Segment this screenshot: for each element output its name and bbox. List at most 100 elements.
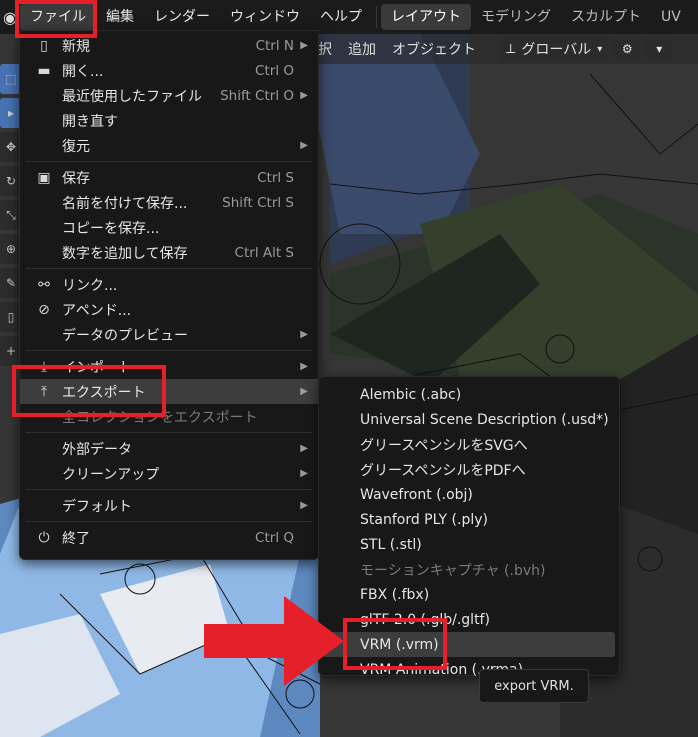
menu-window[interactable]: ウィンドウ (220, 4, 310, 30)
file-menu-item[interactable]: 外部データ ▶ (20, 436, 318, 461)
file-menu-item-label: 復元 (62, 138, 90, 155)
file-menu-item-label: コピーを保存... (62, 220, 160, 237)
annotation-arrow-icon (204, 596, 344, 686)
file-menu-item[interactable]: ⊘ アペンド... (20, 297, 318, 322)
file-menu-item-label: 終了 (62, 530, 90, 547)
blank-icon (34, 87, 54, 105)
blank-icon (34, 194, 54, 212)
file-menu-item-label: 数字を追加して保存 (62, 245, 188, 262)
file-menu-item[interactable]: コピーを保存... (20, 215, 318, 240)
file-menu-item-label: 開く... (62, 63, 104, 80)
file-menu-item-label: クリーンアップ (62, 466, 160, 483)
tab-sculpt[interactable]: スカルプト (561, 4, 651, 30)
file-menu-item-label: 開き直す (62, 113, 118, 130)
export-menu-item[interactable]: FBX (.fbx) (319, 582, 619, 607)
top-menubar: ◉ ファイル 編集 レンダー ウィンドウ ヘルプ レイアウト モデリング スカル… (0, 0, 698, 34)
menu-edit[interactable]: 編集 (96, 4, 144, 30)
export-menu-item[interactable]: STL (.stl) (319, 532, 619, 557)
submenu-arrow-icon: ▶ (300, 329, 308, 340)
orientation-dropdown[interactable]: ⟂ グローバル ▾ (500, 37, 609, 61)
export-menu-item[interactable]: Universal Scene Description (.usd*) (319, 407, 619, 432)
blank-icon (34, 112, 54, 130)
blank-icon (34, 244, 54, 262)
orientation-value: グローバル (521, 42, 592, 58)
viewport-header: 択 追加 オブジェクト ⟂ グローバル ▾ ⚙ ▾ (318, 34, 698, 64)
menu-help[interactable]: ヘルプ (310, 4, 372, 30)
tab-uv[interactable]: UV (651, 4, 691, 30)
file-menu-item[interactable]: ⏻ 終了 Ctrl Q (20, 525, 318, 550)
power-icon: ⏻ (38, 529, 50, 546)
folder-icon: ▬ (37, 62, 51, 79)
proportional-edit-icon[interactable]: ▾ (646, 38, 673, 60)
menu-separator (26, 268, 312, 269)
export-menu-item[interactable]: グリースペンシルをSVGへ (319, 432, 619, 457)
annotation-box-export (12, 365, 166, 417)
submenu-arrow-icon: ▶ (300, 140, 308, 151)
file-menu-item[interactable]: ▬ 開く... Ctrl O (20, 58, 318, 83)
menu-render[interactable]: レンダー (144, 4, 220, 30)
tooltip: export VRM. (479, 669, 589, 703)
submenu-arrow-icon: ▶ (300, 386, 308, 397)
menu-select[interactable]: 択 (318, 39, 332, 59)
file-menu-item[interactable]: クリーンアップ ▶ (20, 461, 318, 486)
menu-separator (26, 432, 312, 433)
file-menu-item-label: データのプレビュー (62, 327, 188, 344)
submenu-arrow-icon: ▶ (300, 468, 308, 479)
file-new-icon: ▯ (40, 37, 48, 54)
menu-separator (26, 521, 312, 522)
shortcut-label: Shift Ctrl S (222, 194, 294, 211)
file-menu-item[interactable]: デフォルト ▶ (20, 493, 318, 518)
tab-layout[interactable]: レイアウト (381, 4, 471, 30)
link-icon: ⚯ (38, 276, 50, 293)
blank-icon (34, 219, 54, 237)
file-menu-item[interactable]: データのプレビュー ▶ (20, 322, 318, 347)
shortcut-label: Ctrl Q (255, 529, 294, 546)
file-menu-item-label: 名前を付けて保存... (62, 195, 188, 212)
shortcut-label: Ctrl N (255, 37, 294, 54)
file-menu-item-label: 外部データ (62, 441, 132, 458)
file-menu-item[interactable]: 数字を追加して保存 Ctrl Alt S (20, 240, 318, 265)
blank-icon (34, 440, 54, 458)
submenu-arrow-icon: ▶ (300, 500, 308, 511)
tab-modeling[interactable]: モデリング (471, 4, 561, 30)
submenu-arrow-icon: ▶ (300, 361, 308, 372)
menu-object[interactable]: オブジェクト (392, 39, 476, 59)
blank-icon (34, 137, 54, 155)
menu-separator (26, 489, 312, 490)
file-menu: ▯ 新規 Ctrl N ▶ ▬ 開く... Ctrl O 最近使用したファイル Shift Ct… (19, 30, 319, 560)
file-menu-item[interactable]: 復元 ▶ (20, 133, 318, 158)
annotation-box-file (15, 0, 97, 38)
export-menu-item[interactable]: グリースペンシルをPDFへ (319, 457, 619, 482)
transform-icon: ⟂ (506, 41, 516, 57)
file-menu-item-label: 保存 (62, 170, 90, 187)
file-menu-item[interactable]: 最近使用したファイル Shift Ctrl O ▶ (20, 83, 318, 108)
export-menu-item[interactable]: Wavefront (.obj) (319, 482, 619, 507)
file-menu-item-label: リンク... (62, 277, 118, 294)
file-menu-item-label: 最近使用したファイル (62, 88, 202, 105)
file-menu-item[interactable]: 名前を付けて保存... Shift Ctrl S (20, 190, 318, 215)
blank-icon (34, 465, 54, 483)
file-menu-item[interactable]: ▣ 保存 Ctrl S (20, 165, 318, 190)
file-menu-item[interactable]: ⚯ リンク... (20, 272, 318, 297)
file-menu-item-label: アペンド... (62, 302, 132, 319)
snap-icon[interactable]: ⚙ (614, 38, 641, 60)
blank-icon (34, 326, 54, 344)
menu-separator (26, 161, 312, 162)
file-menu-item[interactable]: 開き直す (20, 108, 318, 133)
menu-add[interactable]: 追加 (348, 39, 376, 59)
shortcut-label: Ctrl O (255, 62, 294, 79)
file-menu-item-label: 新規 (62, 38, 90, 55)
submenu-arrow-icon: ▶ (300, 443, 308, 454)
chevron-down-icon: ▾ (597, 43, 603, 55)
export-menu-item[interactable]: Stanford PLY (.ply) (319, 507, 619, 532)
save-icon: ▣ (37, 169, 51, 186)
menubar-divider (376, 6, 377, 28)
export-menu-item[interactable]: Alembic (.abc) (319, 382, 619, 407)
submenu-arrow-icon: ▶ (300, 90, 308, 101)
append-icon: ⊘ (38, 301, 50, 318)
shortcut-label: Ctrl Alt S (234, 244, 294, 261)
export-menu-item: モーションキャプチャ (.bvh) (360, 562, 546, 579)
blank-icon (34, 497, 54, 515)
shortcut-label: Ctrl S (257, 169, 294, 186)
shortcut-label: Shift Ctrl O (220, 87, 294, 104)
